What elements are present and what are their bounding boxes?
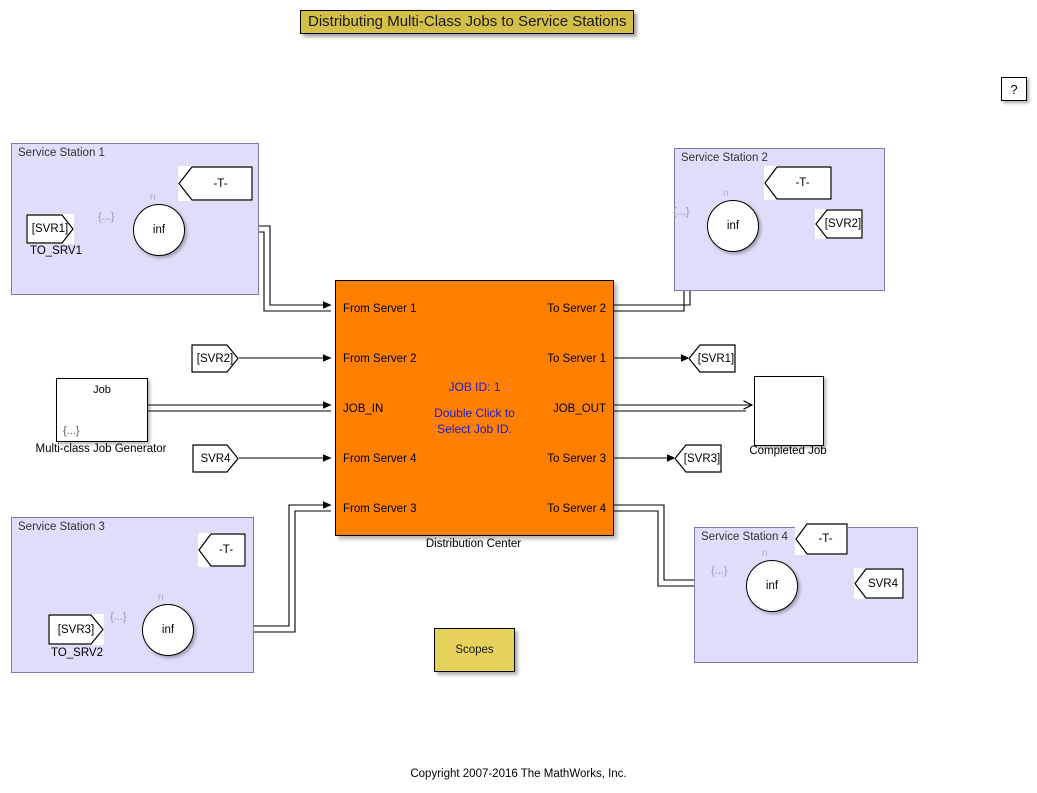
scope-tag-station1-label: -T-	[213, 177, 228, 190]
scope-tag-station1[interactable]: -T-	[178, 166, 253, 201]
server-block-station3-label: inf	[161, 624, 175, 636]
job-generator-top-label: Job	[93, 384, 111, 396]
from-tag-svr4[interactable]: SVR4	[192, 444, 239, 473]
scope-tag-station3-label: -T-	[218, 544, 234, 556]
scope-tag-station2[interactable]: -T-	[764, 166, 832, 200]
dc-output-port-to-server-3: To Server 3	[547, 453, 606, 465]
distribution-center-block[interactable]: From Server 1 From Server 2 JOB_IN From …	[335, 280, 614, 536]
server-block-station1[interactable]: inf	[133, 204, 185, 256]
n-signal-label-station4: n	[762, 548, 768, 559]
from-tag-svr3-station3[interactable]: [SVR3]	[48, 614, 104, 645]
dc-instruction-line-2: Select Job ID.	[437, 422, 512, 436]
server-block-station4-label: inf	[765, 580, 779, 592]
dc-input-port-from-server-1: From Server 1	[343, 303, 417, 315]
from-tag-svr1-station1[interactable]: [SVR1]	[26, 214, 74, 244]
scope-tag-station3[interactable]: -T-	[198, 533, 246, 567]
scopes-button[interactable]: Scopes	[434, 628, 515, 672]
scope-tag-station2-label: -T-	[795, 177, 810, 189]
goto-tag-svr4-label: SVR4	[867, 577, 899, 590]
goto-tag-svr4-station4[interactable]: SVR4	[854, 568, 904, 599]
completed-job-block[interactable]	[754, 376, 824, 446]
dc-output-port-to-server-1: To Server 1	[547, 353, 606, 365]
subsystem-title-service-station-4: Service Station 4	[701, 531, 788, 543]
copyright-text: Copyright 2007-2016 The MathWorks, Inc.	[410, 768, 627, 780]
dc-center-text-group: JOB ID: 1 Double Click to Select Job ID.	[336, 379, 613, 437]
entity-brace-label-station2: {...}	[673, 206, 690, 218]
from-tag-svr4-label: SVR4	[200, 452, 231, 465]
subsystem-title-service-station-1: Service Station 1	[18, 147, 105, 159]
from-tag-svr3-label: [SVR3]	[57, 623, 95, 636]
server-block-station4[interactable]: inf	[746, 560, 798, 612]
subsystem-title-service-station-3: Service Station 3	[18, 521, 105, 533]
from-tag-svr2-label: [SVR2]	[196, 352, 234, 365]
goto-tag-svr1[interactable]: [SVR1]	[688, 344, 736, 373]
dc-job-id-text: JOB ID: 1	[448, 380, 501, 394]
scope-tag-station4-label: -T-	[818, 533, 833, 545]
dc-output-port-to-server-2: To Server 2	[547, 303, 606, 315]
n-signal-label-station2: n	[723, 188, 729, 199]
from-tag-svr1-label: [SVR1]	[31, 223, 69, 235]
distribution-center-caption: Distribution Center	[425, 538, 522, 550]
entity-brace-label-station1: {...}	[98, 211, 115, 223]
dc-input-port-from-server-3: From Server 3	[343, 503, 417, 515]
subsystem-title-service-station-2: Service Station 2	[681, 152, 768, 164]
goto-tag-svr2-label: [SVR2]	[824, 218, 862, 230]
dc-output-port-to-server-4: To Server 4	[547, 503, 606, 515]
scope-tag-station4[interactable]: -T-	[795, 523, 848, 555]
dc-input-port-from-server-4: From Server 4	[343, 453, 417, 465]
n-signal-label-station3: n	[158, 592, 164, 603]
goto-tag-svr3[interactable]: [SVR3]	[674, 444, 722, 473]
n-signal-label-station1: n	[150, 192, 156, 203]
entity-brace-label-station3: {...}	[110, 611, 127, 623]
completed-job-caption: Completed Job	[749, 445, 827, 457]
server-block-station2[interactable]: inf	[707, 200, 759, 252]
server-block-station2-label: inf	[726, 220, 740, 232]
model-title-annotation: Distributing Multi-Class Jobs to Service…	[300, 10, 635, 34]
from-tag-svr1-caption: TO_SRV1	[30, 245, 82, 257]
goto-tag-svr1-label: [SVR1]	[697, 352, 735, 365]
dc-instruction-line-1: Double Click to	[434, 406, 515, 420]
multi-class-job-generator-block[interactable]: Job {...}	[56, 378, 148, 442]
entity-brace-label-station4: {...}	[711, 565, 728, 577]
dc-input-port-from-server-2: From Server 2	[343, 353, 417, 365]
server-block-station3[interactable]: inf	[142, 604, 194, 656]
simulink-model-canvas: Distributing Multi-Class Jobs to Service…	[0, 0, 1037, 793]
help-button[interactable]: ?	[1001, 77, 1027, 101]
goto-tag-svr2-station2[interactable]: [SVR2]	[815, 209, 863, 239]
server-block-station1-label: inf	[152, 224, 166, 236]
from-tag-svr3-caption: TO_SRV2	[51, 647, 103, 659]
job-generator-entity-label: {...}	[63, 425, 80, 437]
multi-class-job-generator-caption: Multi-class Job Generator	[35, 443, 167, 455]
goto-tag-svr3-label: [SVR3]	[683, 452, 721, 465]
from-tag-svr2[interactable]: [SVR2]	[191, 344, 239, 373]
